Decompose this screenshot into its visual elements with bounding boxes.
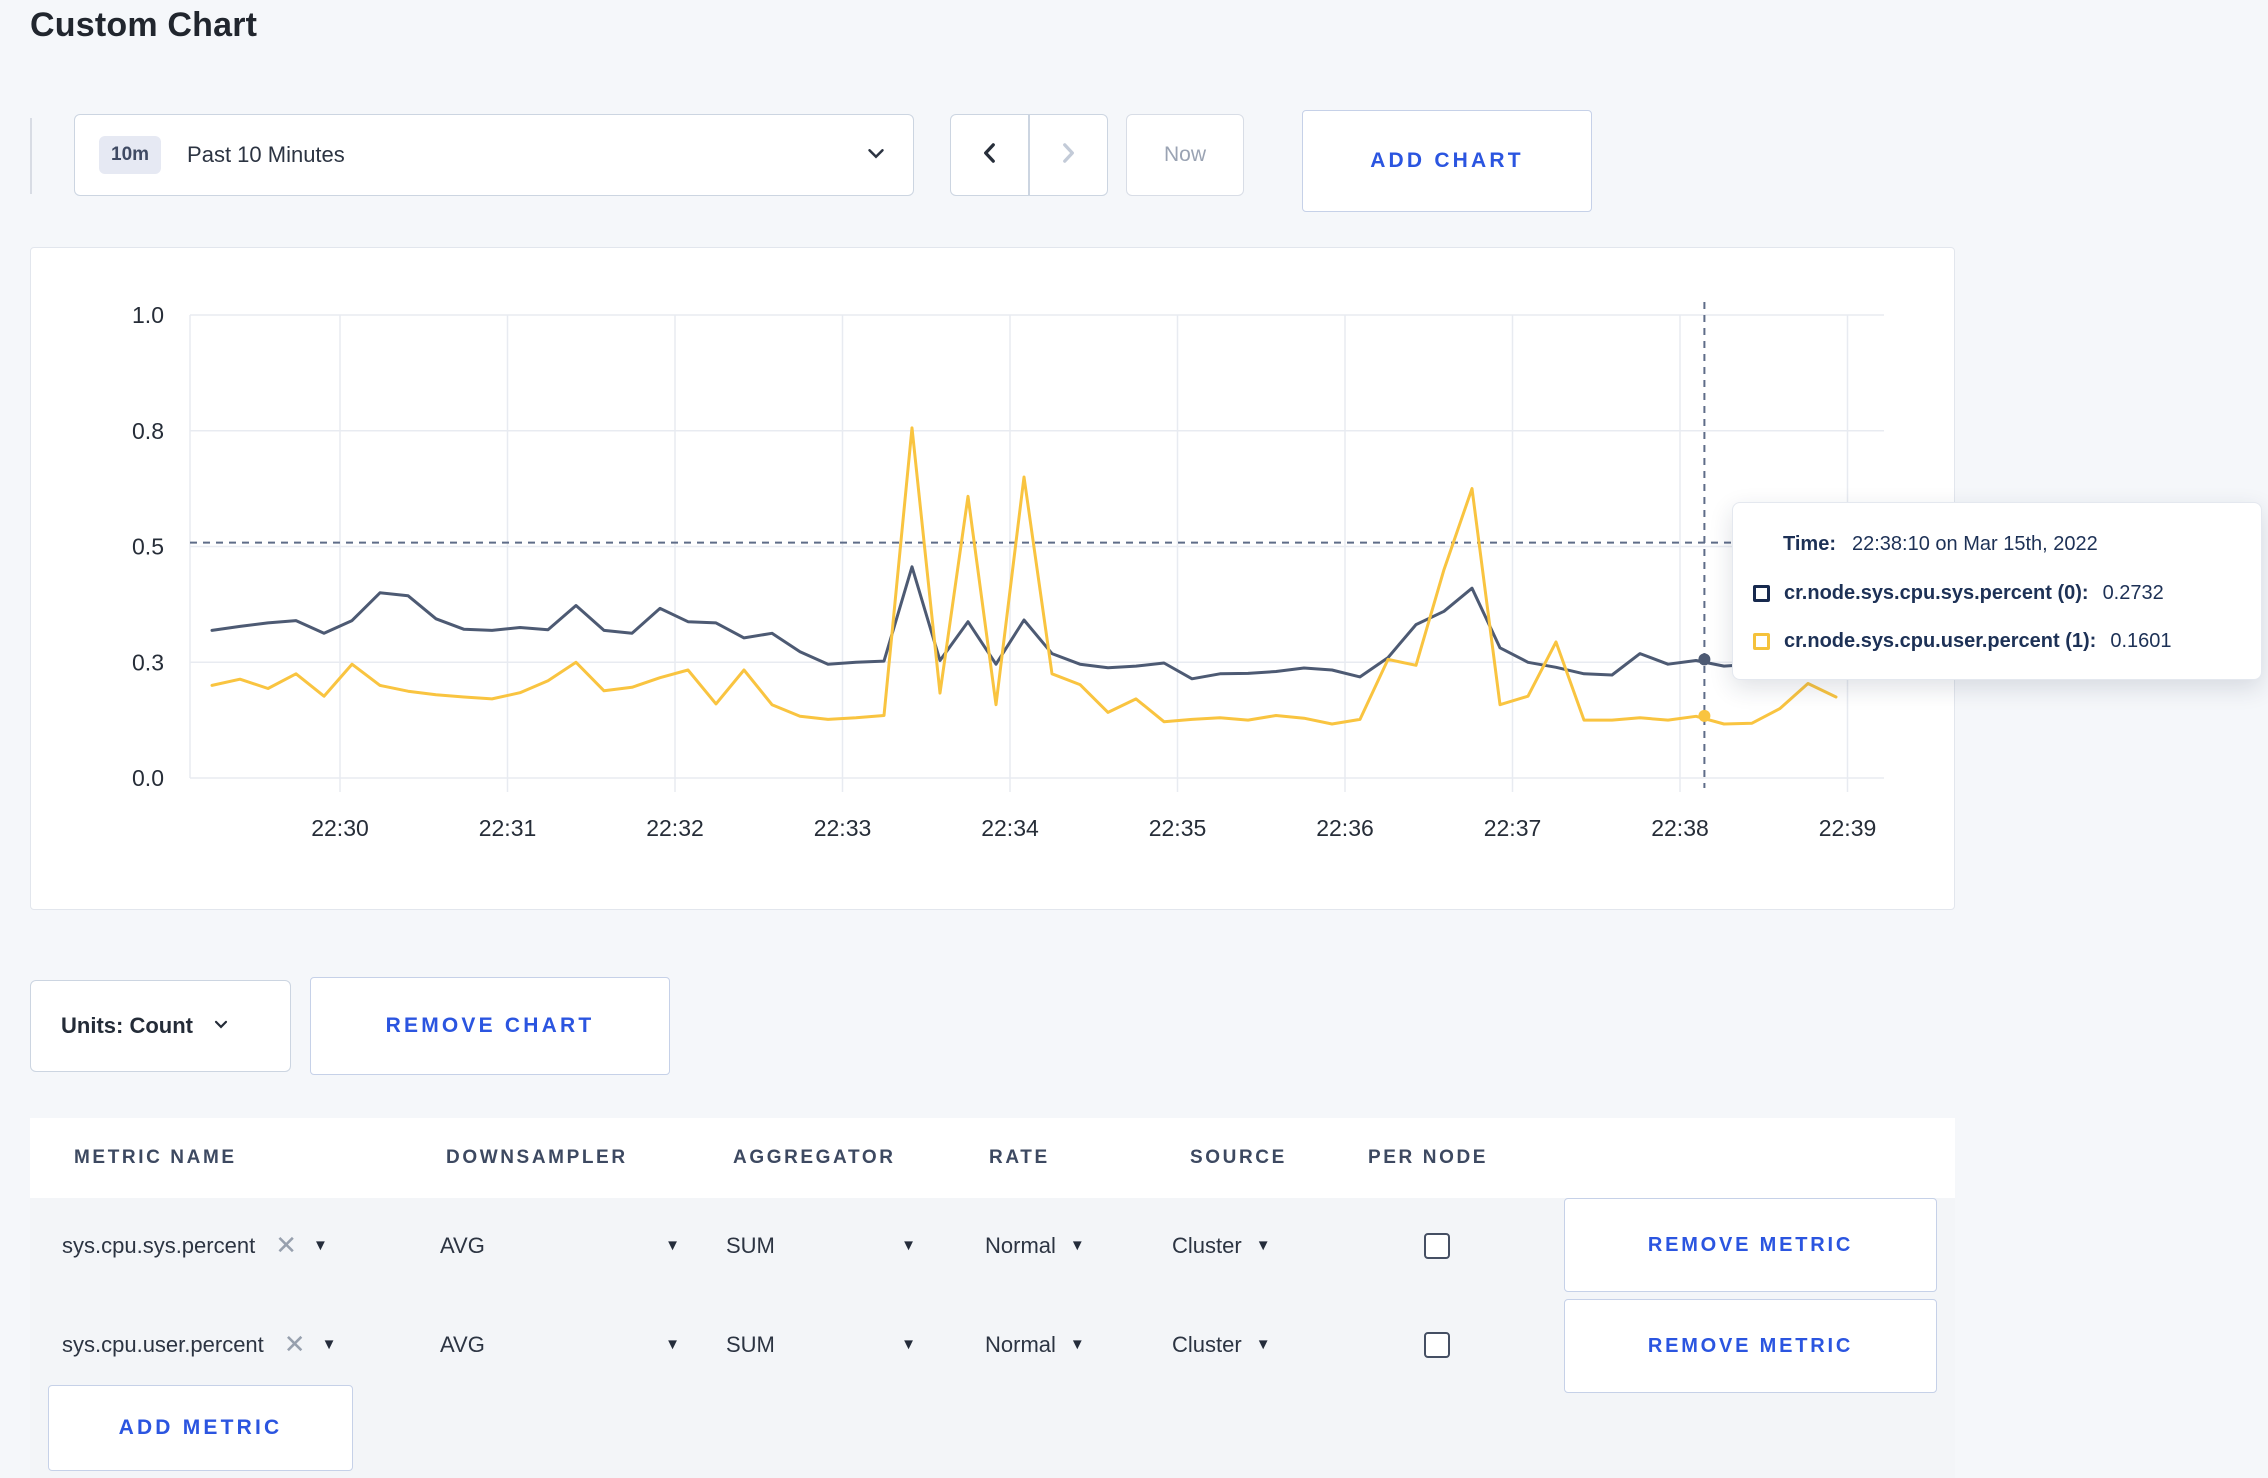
metric-row: sys.cpu.sys.percent ✕ ▼ AVG ▼ SUM ▼ Norm…: [30, 1198, 1955, 1293]
remove-metric-button[interactable]: REMOVE METRIC: [1564, 1299, 1937, 1393]
per-node-cell: [1424, 1297, 1450, 1392]
aggregator-value: SUM: [726, 1331, 775, 1357]
chart-panel: [30, 247, 1955, 910]
tooltip-series-row: cr.node.sys.cpu.user.percent (1): 0.1601: [1753, 630, 2241, 653]
aggregator-dropdown[interactable]: SUM ▼: [726, 1297, 916, 1392]
rate-value: Normal: [985, 1331, 1056, 1357]
chevron-down-icon: [863, 140, 889, 171]
rate-dropdown[interactable]: Normal ▼: [985, 1297, 1085, 1392]
tooltip-time-value: 22:38:10 on Mar 15th, 2022: [1851, 533, 2098, 555]
metric-name-dropdown[interactable]: sys.cpu.sys.percent ✕ ▼: [62, 1198, 328, 1293]
column-header-per-node: PER NODE: [1368, 1147, 1489, 1168]
clear-metric-icon[interactable]: ✕: [284, 1329, 306, 1360]
column-header-rate: RATE: [989, 1147, 1050, 1168]
tooltip-series-name: cr.node.sys.cpu.user.percent (1):: [1784, 630, 2097, 652]
column-header-source: SOURCE: [1190, 1147, 1287, 1168]
tooltip-series-value: 0.1601: [2110, 630, 2172, 652]
clear-metric-icon[interactable]: ✕: [275, 1230, 297, 1261]
downsampler-dropdown[interactable]: AVG ▼: [440, 1297, 680, 1392]
user-series-swatch-icon: [1753, 633, 1770, 650]
chevron-left-icon: [977, 140, 1003, 171]
caret-down-icon: ▼: [1255, 1336, 1271, 1353]
metric-row: sys.cpu.user.percent ✕ ▼ AVG ▼ SUM ▼ Nor…: [30, 1297, 1955, 1393]
remove-metric-button[interactable]: REMOVE METRIC: [1564, 1198, 1937, 1292]
caret-down-icon: ▼: [901, 1336, 916, 1353]
next-time-button[interactable]: [1030, 115, 1107, 195]
source-dropdown[interactable]: Cluster ▼: [1172, 1198, 1271, 1293]
downsampler-dropdown[interactable]: AVG ▼: [440, 1198, 680, 1293]
metric-name-dropdown[interactable]: sys.cpu.user.percent ✕ ▼: [62, 1297, 336, 1392]
aggregator-value: SUM: [726, 1232, 775, 1258]
caret-down-icon: ▼: [901, 1237, 916, 1254]
caret-down-icon: ▼: [1069, 1336, 1085, 1353]
column-header-downsampler: DOWNSAMPLER: [446, 1147, 628, 1168]
tooltip-series-row: cr.node.sys.cpu.sys.percent (0): 0.2732: [1753, 582, 2241, 605]
add-chart-button[interactable]: ADD CHART: [1302, 110, 1592, 212]
remove-chart-button[interactable]: REMOVE CHART: [310, 977, 670, 1075]
units-label: Units: Count: [61, 1013, 193, 1038]
caret-down-icon: ▼: [321, 1336, 337, 1353]
column-header-metric-name: METRIC NAME: [74, 1147, 237, 1168]
units-dropdown[interactable]: Units: Count: [30, 980, 291, 1072]
per-node-checkbox[interactable]: [1424, 1331, 1450, 1358]
chart-tooltip: Time: 22:38:10 on Mar 15th, 2022 cr.node…: [1732, 502, 2262, 680]
timescale-badge: 10m: [99, 136, 162, 174]
aggregator-dropdown[interactable]: SUM ▼: [726, 1198, 916, 1293]
caret-down-icon: ▼: [665, 1336, 680, 1353]
toolbar-divider: [30, 118, 32, 194]
rate-dropdown[interactable]: Normal ▼: [985, 1198, 1085, 1293]
caret-down-icon: ▼: [665, 1237, 680, 1254]
tooltip-series-name: cr.node.sys.cpu.sys.percent (0):: [1784, 581, 2089, 604]
chevron-down-icon: [211, 1014, 231, 1039]
caret-down-icon: ▼: [312, 1237, 328, 1254]
sys-series-swatch-icon: [1753, 584, 1770, 602]
downsampler-value: AVG: [440, 1331, 485, 1357]
prev-time-button[interactable]: [951, 115, 1028, 195]
source-dropdown[interactable]: Cluster ▼: [1172, 1297, 1271, 1392]
tooltip-time-row: Time: 22:38:10 on Mar 15th, 2022: [1753, 533, 2241, 556]
tooltip-time-label: Time:: [1783, 533, 1836, 555]
timescale-label: Past 10 Minutes: [187, 142, 345, 167]
timescale-dropdown[interactable]: 10m Past 10 Minutes: [74, 114, 914, 196]
source-value: Cluster: [1172, 1331, 1242, 1357]
source-value: Cluster: [1172, 1232, 1242, 1258]
rate-value: Normal: [985, 1232, 1056, 1258]
tooltip-series-value: 0.2732: [2102, 581, 2164, 604]
now-button[interactable]: Now: [1126, 114, 1244, 196]
caret-down-icon: ▼: [1069, 1237, 1085, 1254]
chevron-right-icon: [1055, 140, 1081, 171]
time-pager: [950, 114, 1108, 196]
downsampler-value: AVG: [440, 1232, 485, 1258]
per-node-cell: [1424, 1198, 1450, 1293]
page-title: Custom Chart: [30, 6, 258, 44]
metric-name-value: sys.cpu.sys.percent: [62, 1232, 256, 1258]
metrics-table-header: METRIC NAME DOWNSAMPLER AGGREGATOR RATE …: [30, 1118, 1955, 1198]
caret-down-icon: ▼: [1255, 1237, 1271, 1254]
column-header-aggregator: AGGREGATOR: [733, 1147, 896, 1168]
metric-name-value: sys.cpu.user.percent: [62, 1331, 264, 1357]
add-metric-button[interactable]: ADD METRIC: [48, 1385, 353, 1471]
per-node-checkbox[interactable]: [1424, 1232, 1450, 1259]
